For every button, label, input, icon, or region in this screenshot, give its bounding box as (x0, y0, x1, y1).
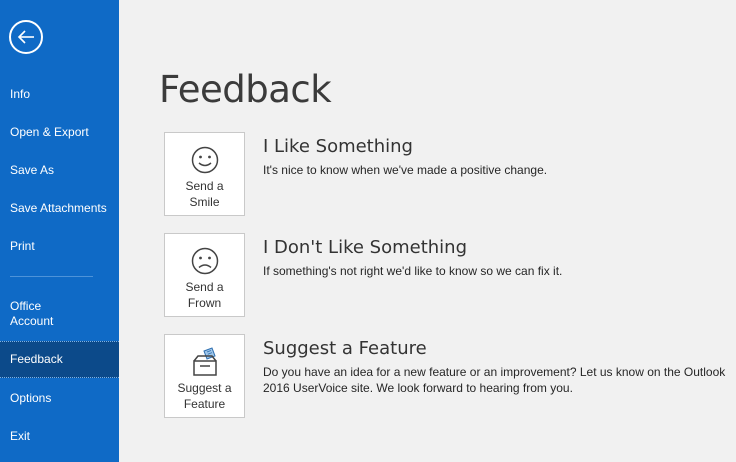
nav-item-office-account[interactable]: Office Account (0, 292, 119, 336)
nav-item-info[interactable]: Info (0, 76, 119, 113)
send-smile-label: Send a Smile (185, 179, 224, 209)
nav-divider (10, 276, 93, 277)
frown-icon (191, 247, 219, 275)
suggest-feature-description: Do you have an idea for a new feature or… (263, 365, 726, 395)
nav-item-open-export[interactable]: Open & Export (0, 114, 119, 151)
dislike-something-description: If something's not right we'd like to kn… (263, 264, 563, 278)
send-smile-button[interactable]: Send a Smile (164, 132, 245, 216)
back-arrow-icon (17, 30, 34, 44)
backstage-sidebar: Info Open & Export Save As Save Attachme… (0, 0, 119, 462)
suggest-feature-title: Suggest a Feature (263, 338, 427, 359)
nav-item-feedback[interactable]: Feedback (0, 341, 119, 378)
nav-item-save-attachments[interactable]: Save Attachments (0, 190, 119, 227)
nav-item-print[interactable]: Print (0, 228, 119, 265)
suggest-feature-button[interactable]: Suggest a Feature (164, 334, 245, 418)
send-frown-button[interactable]: Send a Frown (164, 233, 245, 317)
like-something-title: I Like Something (263, 136, 413, 157)
like-something-description: It's nice to know when we've made a posi… (263, 163, 548, 177)
send-frown-label: Send a Frown (185, 280, 224, 310)
smile-icon (191, 146, 219, 174)
suggest-feature-label: Suggest a Feature (177, 381, 232, 411)
dislike-something-title: I Don't Like Something (263, 237, 467, 258)
page-title: Feedback (159, 68, 332, 111)
nav-item-options[interactable]: Options (0, 380, 119, 417)
back-button[interactable] (9, 20, 43, 54)
nav-item-save-as[interactable]: Save As (0, 152, 119, 189)
nav-item-exit[interactable]: Exit (0, 418, 119, 455)
suggestion-box-icon (193, 347, 217, 376)
